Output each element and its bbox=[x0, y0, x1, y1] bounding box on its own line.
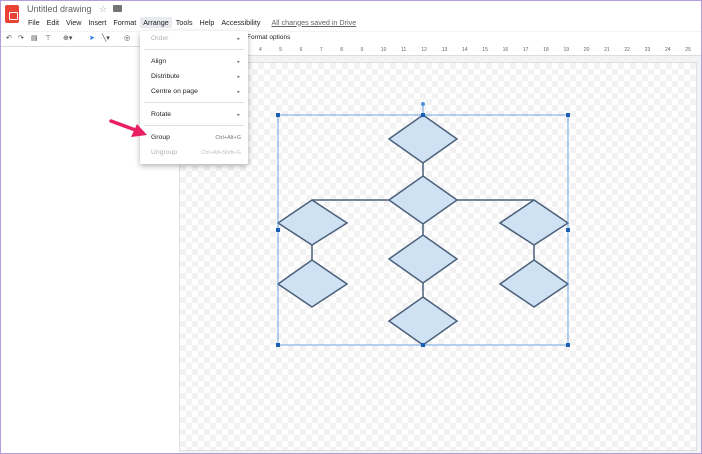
annotation-arrow-icon bbox=[109, 119, 147, 137]
app-window: Untitled drawing ☆ File Edit View Insert… bbox=[0, 0, 702, 454]
